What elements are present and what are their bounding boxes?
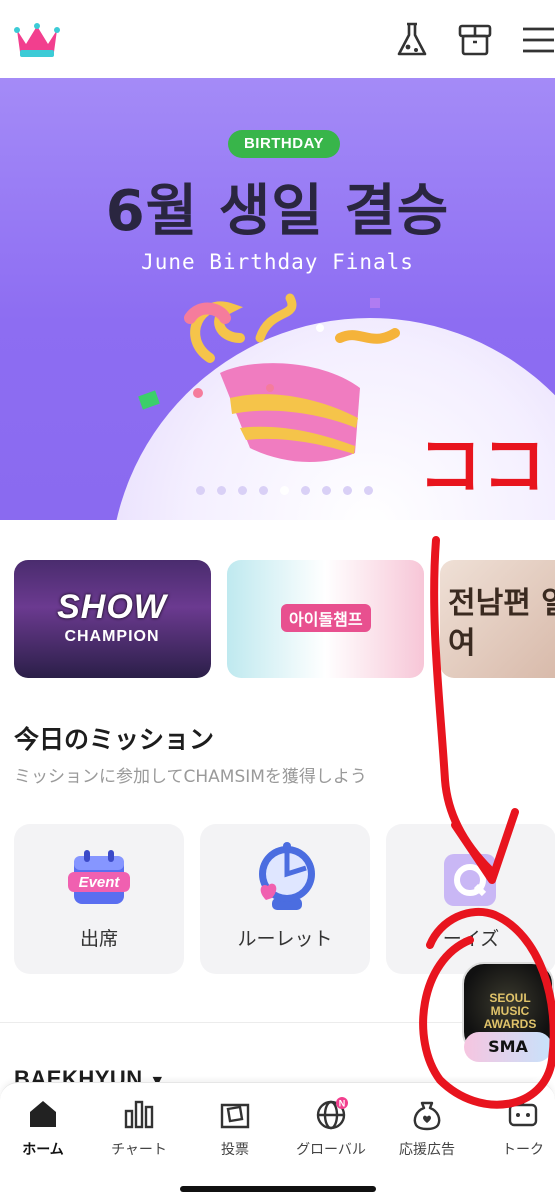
sma-label: SMA [464,1032,552,1062]
top-bar [0,0,555,78]
missions-subtitle: ミッションに参加してCHAMSIMを獲得しよう [14,767,367,787]
carousel-dot[interactable] [301,486,310,495]
show-champion-card[interactable]: SHOW CHAMPION [14,560,211,678]
party-popper-icon [138,293,400,463]
mission-label: 出席 [79,928,118,950]
sma-tile-text: SEOUL MUSIC AWARDS [483,991,537,1031]
nav-label: ホーム [22,1142,64,1158]
roulette-icon [259,842,315,910]
carousel-dot[interactable] [238,486,247,495]
support-ad-icon [413,1101,441,1131]
carousel-dots[interactable] [196,486,373,496]
nav-label: トーク [502,1142,544,1158]
home-icon [30,1101,56,1127]
menu-icon[interactable] [518,20,555,60]
globe-icon: N [316,1097,348,1130]
mission-label: ーイズ [442,928,500,950]
carousel-dot[interactable] [322,486,331,495]
mission-label: ルーレット [237,928,333,950]
vote-icon [220,1103,250,1129]
carousel-dot[interactable] [259,486,268,495]
mission-quiz[interactable]: ーイズ [386,824,555,974]
mission-attendance[interactable]: Event 出席 [14,824,184,974]
calendar-event-icon: Event [68,850,130,904]
event-badge: Event [79,874,121,891]
idol-champ-card[interactable]: 아이돌챔프 [227,560,424,678]
banner-subtitle: June Birthday Finals [141,250,414,274]
crown-icon[interactable] [14,22,60,60]
nav-support-ad[interactable]: 応援広告 [377,1097,477,1165]
carousel-dot[interactable] [364,486,373,495]
home-indicator [180,1186,376,1192]
carousel-dot-active[interactable] [280,486,289,495]
banner-title: 6월 생일 결승 [105,179,450,244]
nav-chart[interactable]: チャート [89,1097,189,1165]
nav-label: 応援広告 [399,1142,455,1158]
carousel-dot[interactable] [343,486,352,495]
nav-label: 投票 [221,1142,249,1158]
card-title: 전남편 열여 [448,586,555,661]
hero-banner[interactable]: BIRTHDAY 6월 생일 결승 June Birthday Finals [0,78,555,520]
nav-global[interactable]: N グローバル [281,1097,381,1165]
bottom-navigation: ホーム チャート 投票 N グローバル 応援広告 トーク [0,1082,555,1200]
card-title: 아이돌챔프 [281,604,371,632]
chart-icon [124,1100,154,1129]
banner-badge: BIRTHDAY [228,130,340,158]
mission-roulette[interactable]: ルーレット [200,824,370,974]
nav-home[interactable]: ホーム [0,1097,93,1165]
nav-vote[interactable]: 投票 [185,1097,285,1165]
missions-title: 今日のミッション [14,725,215,754]
talk-icon [508,1100,538,1127]
flask-icon[interactable] [392,20,432,60]
card-title: SHOW [57,588,167,626]
carousel-dot[interactable] [217,486,226,495]
sma-floating-button[interactable]: SEOUL MUSIC AWARDS SMA [462,962,554,1066]
quiz-icon [444,854,496,906]
nav-label: チャート [111,1142,167,1158]
new-badge: N [339,1099,346,1109]
nav-label: グローバル [296,1142,366,1158]
card-subtitle: CHAMPION [64,628,160,645]
drama-card[interactable]: 전남편 열여 [440,560,555,678]
nav-talk[interactable]: トーク [473,1097,555,1165]
carousel-dot[interactable] [196,486,205,495]
box-icon[interactable] [455,20,495,60]
